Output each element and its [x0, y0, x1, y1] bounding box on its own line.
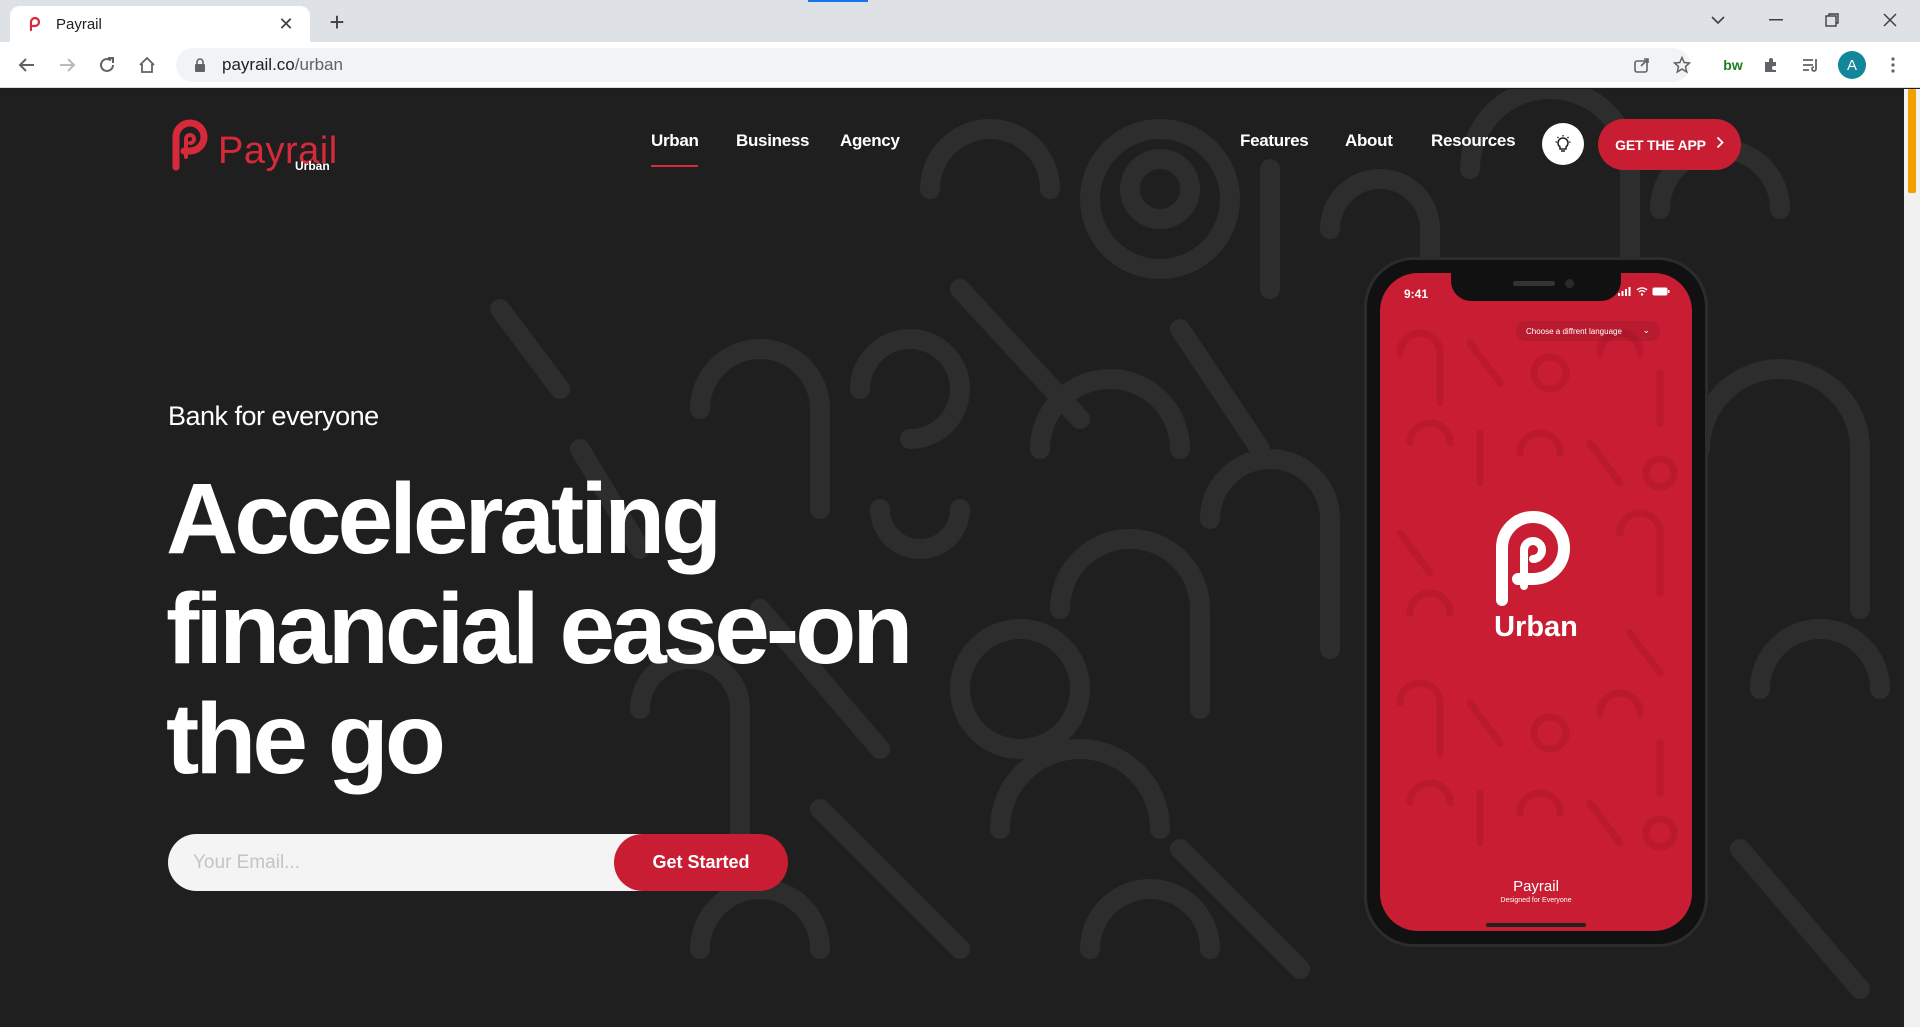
signal-icon	[1618, 287, 1631, 296]
language-selector[interactable]: Choose a diffrent language ⌄	[1516, 321, 1660, 341]
chevron-right-icon	[1716, 136, 1724, 154]
close-icon[interactable]: ✕	[274, 14, 298, 35]
payrail-logo-mark	[172, 119, 208, 171]
tab-loading-indicator	[808, 0, 868, 2]
browser-toolbar: payrail.co/urban bw	[0, 42, 1920, 88]
nav-agency[interactable]: Agency	[840, 131, 900, 151]
hero-headline: Accelerating financial ease-on the go	[166, 464, 1066, 794]
phone-notch	[1451, 273, 1621, 301]
payrail-logo[interactable]: Payrail Urban	[168, 117, 338, 173]
language-selector-label: Choose a diffrent language	[1526, 326, 1622, 336]
battery-icon	[1652, 287, 1670, 296]
tab-title: Payrail	[56, 15, 102, 33]
nav-business[interactable]: Business	[736, 131, 809, 151]
active-nav-indicator	[651, 165, 698, 167]
more-menu-icon[interactable]	[1878, 50, 1908, 80]
headline-line-2: financial ease-on	[166, 573, 913, 685]
get-the-app-label: GET THE APP	[1615, 136, 1706, 153]
browser-tab-payrail[interactable]: Payrail ✕	[10, 6, 310, 42]
headline-line-1: Accelerating	[166, 463, 722, 575]
lock-icon[interactable]	[192, 57, 208, 73]
star-icon[interactable]	[1667, 50, 1697, 80]
status-time: 9:41	[1404, 287, 1429, 301]
chevron-down-icon: ⌄	[1642, 325, 1650, 335]
bitwarden-extension-icon[interactable]: bw	[1718, 50, 1748, 80]
lightbulb-icon[interactable]	[1542, 123, 1584, 165]
extensions-icon[interactable]	[1756, 50, 1786, 80]
nav-urban[interactable]: Urban	[651, 131, 699, 151]
reading-list-icon[interactable]	[1796, 50, 1826, 80]
headline-line-3: the go	[166, 683, 446, 795]
home-indicator	[1486, 923, 1586, 927]
phone-mockup: 9:41 Choose a diffrent language ⌄ Urban …	[1364, 257, 1708, 947]
avatar[interactable]: A	[1838, 51, 1866, 79]
nav-features[interactable]: Features	[1240, 131, 1309, 151]
url-text: payrail.co/urban	[222, 55, 343, 75]
address-bar[interactable]: payrail.co/urban	[176, 48, 1690, 82]
back-arrow-icon[interactable]	[12, 50, 42, 80]
minimize-icon[interactable]	[1752, 0, 1800, 40]
restore-icon[interactable]	[1808, 0, 1856, 40]
payrail-app-logo	[1496, 511, 1570, 606]
phone-screen: 9:41 Choose a diffrent language ⌄ Urban …	[1380, 273, 1692, 931]
get-started-button[interactable]: Get Started	[614, 834, 788, 891]
bw-label: bw	[1723, 57, 1743, 73]
scrollbar-thumb[interactable]	[1908, 89, 1916, 193]
logo-subtitle: Urban	[295, 159, 330, 173]
chevron-down-icon[interactable]	[1694, 0, 1742, 40]
status-icons	[1618, 287, 1670, 296]
payrail-favicon	[26, 15, 44, 33]
share-icon[interactable]	[1627, 50, 1657, 80]
home-icon[interactable]	[132, 50, 162, 80]
url-path: /urban	[294, 55, 343, 74]
plus-icon[interactable]: +	[322, 8, 352, 38]
app-name: Urban	[1494, 611, 1578, 643]
hero-eyebrow: Bank for everyone	[168, 401, 379, 431]
get-the-app-button[interactable]: GET THE APP	[1598, 119, 1741, 170]
app-footer-tagline: Designed for Everyone	[1500, 897, 1572, 904]
url-host: payrail.co	[222, 55, 295, 74]
forward-arrow-icon[interactable]	[52, 50, 82, 80]
nav-resources[interactable]: Resources	[1431, 131, 1516, 151]
signup-form: Get Started	[168, 834, 788, 891]
page-scrollbar[interactable]	[1904, 89, 1920, 1027]
app-footer-brand: Payrail	[1513, 878, 1559, 895]
wifi-icon	[1636, 287, 1648, 296]
nav-about[interactable]: About	[1345, 131, 1393, 151]
window-close-icon[interactable]	[1866, 0, 1914, 40]
email-input[interactable]	[168, 834, 648, 891]
payrail-urban-page: Payrail Urban Urban Business Agency Feat…	[0, 89, 1904, 1027]
browser-tab-strip: Payrail ✕ +	[0, 0, 1920, 42]
reload-icon[interactable]	[92, 50, 122, 80]
